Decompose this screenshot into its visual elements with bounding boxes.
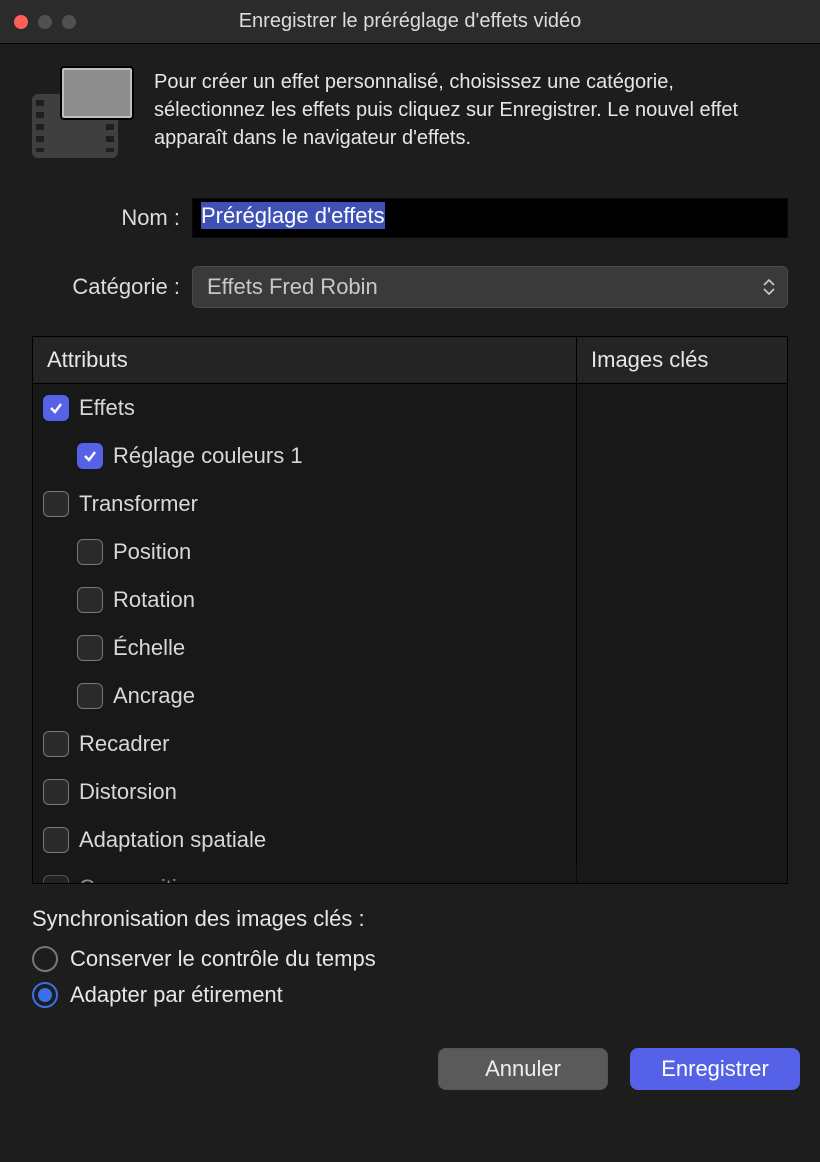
checkbox-recadrer[interactable] — [43, 731, 69, 757]
label-transformer: Transformer — [79, 491, 198, 517]
label-rotation: Rotation — [113, 587, 195, 613]
table-row: Adaptation spatiale — [33, 816, 787, 864]
name-input-value: Préréglage d'effets — [201, 202, 385, 229]
checkbox-echelle[interactable] — [77, 635, 103, 661]
checkbox-compositing[interactable] — [43, 875, 69, 883]
table-row: Échelle — [33, 624, 787, 672]
radio-preserve-timing-label: Conserver le contrôle du temps — [70, 946, 376, 972]
title-bar: Enregistrer le préréglage d'effets vidéo — [0, 0, 820, 44]
category-select[interactable]: Effets Fred Robin — [192, 266, 788, 308]
minimize-window-button[interactable] — [38, 15, 52, 29]
cancel-button[interactable]: Annuler — [438, 1048, 608, 1090]
table-row: Recadrer — [33, 720, 787, 768]
intro-section: Pour créer un effet personnalisé, choisi… — [32, 68, 788, 158]
checkbox-rotation[interactable] — [77, 587, 103, 613]
col-header-attributes: Attributs — [33, 337, 577, 383]
table-row: Distorsion — [33, 768, 787, 816]
label-compositing: Compositing — [79, 875, 201, 883]
chevron-up-down-icon — [763, 279, 775, 295]
window-title: Enregistrer le préréglage d'effets vidéo — [0, 10, 820, 33]
label-position: Position — [113, 539, 191, 565]
radio-preserve-timing[interactable] — [32, 946, 58, 972]
col-header-keyframes: Images clés — [577, 337, 787, 383]
label-recadrer: Recadrer — [79, 731, 169, 757]
attributes-table: Attributs Images clés Effets Réglage cou… — [32, 336, 788, 884]
save-button[interactable]: Enregistrer — [630, 1048, 800, 1090]
window-controls — [0, 15, 76, 29]
close-window-button[interactable] — [14, 15, 28, 29]
checkbox-transformer[interactable] — [43, 491, 69, 517]
intro-text: Pour créer un effet personnalisé, choisi… — [154, 68, 788, 158]
table-row: Transformer — [33, 480, 787, 528]
label-echelle: Échelle — [113, 635, 185, 661]
radio-stretch-fit[interactable] — [32, 982, 58, 1008]
table-row: Réglage couleurs 1 — [33, 432, 787, 480]
zoom-window-button[interactable] — [62, 15, 76, 29]
table-row: Compositing — [33, 864, 787, 883]
label-effets: Effets — [79, 395, 135, 421]
checkbox-effets[interactable] — [43, 395, 69, 421]
label-ancrage: Ancrage — [113, 683, 195, 709]
table-row: Rotation — [33, 576, 787, 624]
checkbox-adaptation[interactable] — [43, 827, 69, 853]
preset-icon — [32, 68, 132, 158]
dialog-actions: Annuler Enregistrer — [0, 1018, 820, 1090]
table-row: Ancrage — [33, 672, 787, 720]
sync-title: Synchronisation des images clés : — [32, 906, 788, 932]
checkbox-ancrage[interactable] — [77, 683, 103, 709]
checkbox-position[interactable] — [77, 539, 103, 565]
category-select-value: Effets Fred Robin — [207, 274, 378, 300]
name-label: Nom : — [32, 205, 192, 231]
category-label: Catégorie : — [32, 274, 192, 300]
keyframe-sync-section: Synchronisation des images clés : Conser… — [0, 884, 820, 1008]
label-adaptation: Adaptation spatiale — [79, 827, 266, 853]
label-reglage-couleurs: Réglage couleurs 1 — [113, 443, 303, 469]
name-input[interactable]: Préréglage d'effets — [192, 198, 788, 238]
table-row: Effets — [33, 384, 787, 432]
checkbox-reglage-couleurs[interactable] — [77, 443, 103, 469]
label-distorsion: Distorsion — [79, 779, 177, 805]
checkbox-distorsion[interactable] — [43, 779, 69, 805]
radio-stretch-fit-label: Adapter par étirement — [70, 982, 283, 1008]
table-row: Position — [33, 528, 787, 576]
